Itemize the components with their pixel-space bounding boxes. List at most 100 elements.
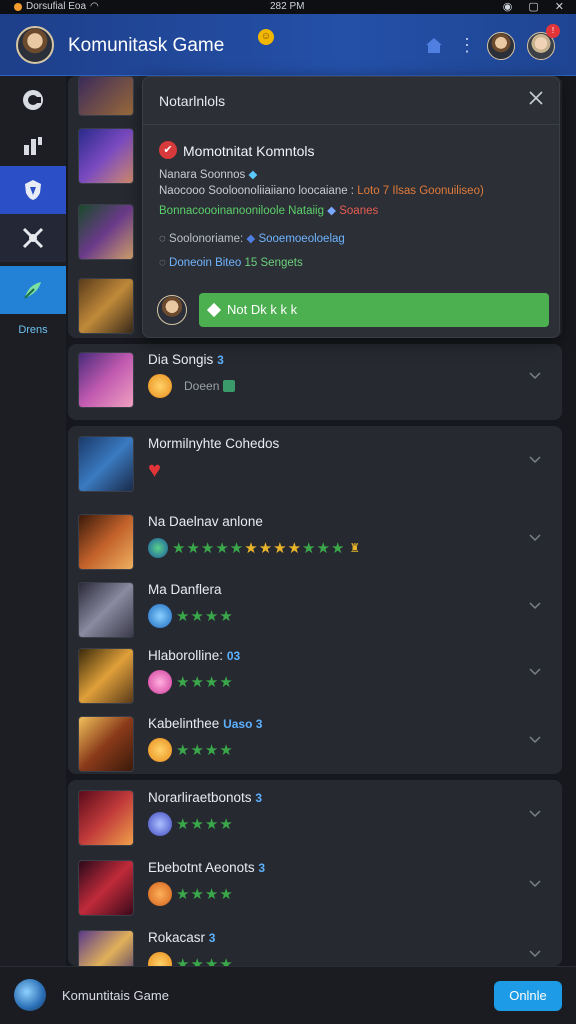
game-title: Norarliraetbonots [148,790,252,805]
list-item[interactable]: Ebebotnt Aeonots 3 ★★★★ [70,852,560,922]
more-options-icon[interactable]: ⋮ [458,34,476,56]
sidebar-item-browse[interactable] [0,76,66,124]
notification-action-button[interactable]: Not Dk k k k [199,293,549,327]
chevron-down-icon[interactable] [528,664,542,678]
game-meta: ★★★★ [148,604,234,628]
game-name: Mormilnyhte Cohedos [148,436,279,451]
chart-icon [24,137,42,155]
gem-icon: ◆ [248,169,258,181]
game-thumbnail [78,716,134,772]
rating-stars: ★★★★ [176,674,234,691]
list-item[interactable]: Norarliraetbonots 3 ★★★★ [70,782,560,852]
game-name: Ebebotnt Aeonots 3 [148,860,265,875]
game-title: Mormilnyhte Cohedos [148,436,280,451]
clock-icon: ◌ [159,257,166,269]
notification-badge: ! [546,24,560,38]
chevron-down-icon[interactable] [528,806,542,820]
sidebar-item-battle[interactable] [0,214,66,262]
emoji-badge: ☺ [258,29,274,45]
game-name: Kabelinthee Uaso 3 [148,716,262,731]
game-meta: ★★★★ [148,812,234,836]
game-thumbnail [78,790,134,846]
game-thumbnail [78,204,134,260]
game-thumbnail [78,514,134,570]
friend-avatar[interactable] [487,32,515,60]
home-icon[interactable] [424,36,444,54]
profile-avatar[interactable] [16,26,54,64]
wifi-icon: ◠ [90,1,99,12]
chevron-down-icon[interactable] [528,876,542,890]
close-icon[interactable] [529,91,543,105]
chevron-down-icon[interactable] [528,530,542,544]
game-title: Kabelinthee [148,716,220,731]
game-thumbnail [78,930,134,966]
sidebar-item-quests[interactable] [0,166,66,214]
sidebar-item-stats[interactable] [0,122,66,170]
game-count: 3 [208,931,216,945]
carrier-label: Dorsufial Eoa [26,1,87,12]
notification-title: Momotnitat Komntols [183,143,315,159]
pin-icon: ◆ [246,233,256,245]
chat-icon[interactable]: ◉ [503,0,513,13]
popup-header: Notarlnlols [143,77,559,125]
list-item[interactable]: Ma Danflera ★★★★ [70,574,560,644]
check-icon: ✔ [159,141,177,159]
rating-stars: ★★★★ [176,886,234,903]
rating-stars: ★★★★★★★★★★★★ [172,540,346,557]
notification-line: ◌ Soolonoriame: ◆ Sooemoeoloelag [159,231,345,245]
game-thumbnail [78,128,134,184]
list-item[interactable]: Na Daelnav anlone ★★★★★★★★★★★★ ♜ [70,506,560,576]
list-item[interactable]: Mormilnyhte Cohedos ♥ [70,428,560,498]
chevron-down-icon[interactable] [528,452,542,466]
game-name: Na Daelnav anlone [148,514,263,529]
rating-stars: ★★★★ [176,816,234,833]
coin-icon [148,374,172,398]
disc-icon [23,90,43,110]
status-icon [223,380,236,392]
game-thumbnail [78,436,134,492]
game-name: Rokacasr 3 [148,930,215,945]
chevron-down-icon[interactable] [528,598,542,612]
notification-line: Naocooo Sooloonoliiaiiano loocaiane : Lo… [159,185,484,197]
chevron-down-icon[interactable] [528,368,542,382]
game-meta: ★★★★ [148,738,234,762]
notification-line: Nanara Soonnos ◆ [159,167,257,181]
feather-icon [24,282,41,299]
game-count: 3 [258,861,266,875]
game-name: Dia Songis 3 [148,352,224,367]
game-count: 03 [226,649,241,663]
game-thumbnail [78,76,134,116]
rating-stars: ★★★★ [176,956,234,966]
notification-line: Bonnacoooinanooniloole Nataiig ◆ Soanes [159,203,378,217]
game-thumbnail [78,278,134,334]
notification-suffix: Sengets [260,257,303,269]
notification-text: Bonnacoooinanooniloole Nataiig [159,205,324,217]
game-meta: ★★★★★★★★★★★★ ♜ [148,536,360,560]
game-thumbnail [78,648,134,704]
list-item[interactable]: Kabelinthee Uaso 3 ★★★★ [70,708,560,778]
list-item[interactable]: Rokacasr 3 ★★★★ [70,922,560,966]
online-button[interactable]: Onlnle [494,981,562,1011]
game-meta: ♥ [148,457,161,482]
action-label: Not Dk k k k [227,302,298,317]
notification-highlight: Loto 7 Ilsas Goonuiliseo) [357,185,484,197]
coin-icon [148,952,172,966]
chevron-down-icon[interactable] [528,946,542,960]
game-name: Hlaborolline: 03 [148,648,240,663]
close-window-icon[interactable]: ✕ [555,0,564,13]
sidebar: Drens [0,76,66,966]
app-title: Komunitask Game [68,35,225,56]
sender-avatar [157,295,187,325]
shield-icon [25,180,41,200]
list-item[interactable]: Dia Songis 3 Doeen [70,344,560,414]
chevron-down-icon[interactable] [528,732,542,746]
list-item[interactable]: Hlaborolline: 03 ★★★★ [70,640,560,710]
notification-link[interactable]: Sooemoeoloelag [258,233,344,245]
game-title: Dia Songis [148,352,214,367]
status-left: Dorsufial Eoa ◠ [14,1,99,12]
game-icon [148,812,172,836]
sidebar-item-create[interactable] [0,266,66,314]
game-meta: ★★★★ [148,952,234,966]
minimize-icon[interactable]: ▢ [528,0,538,13]
popup-title: Notarlnlols [159,93,226,109]
